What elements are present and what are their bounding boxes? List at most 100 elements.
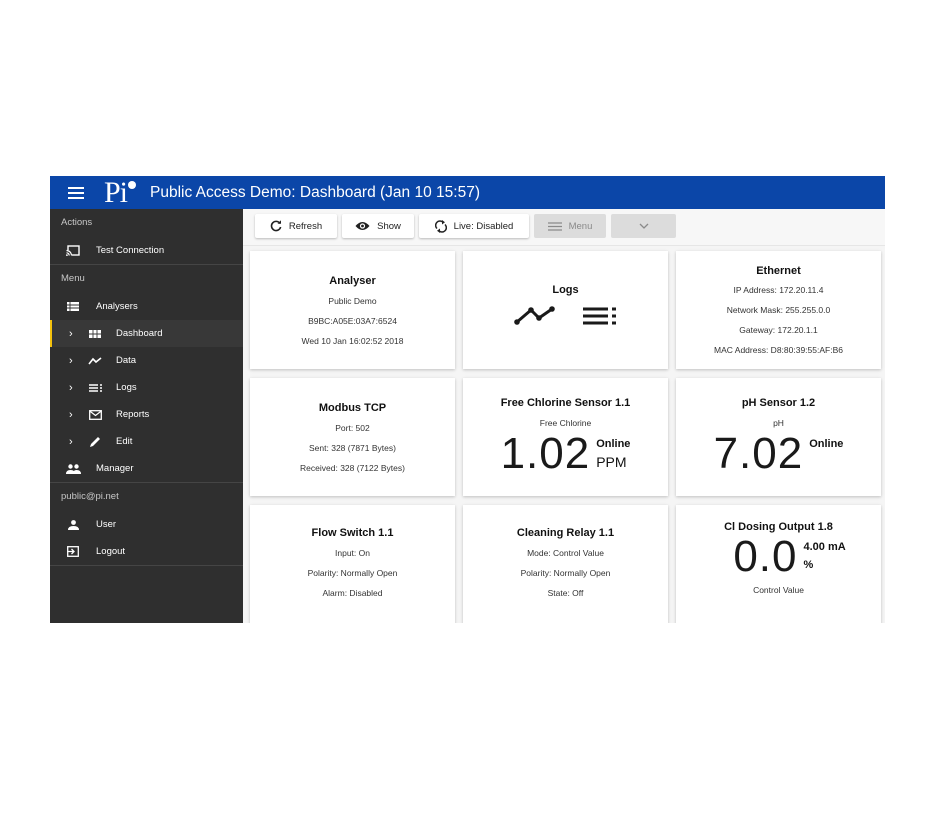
chevron-right-icon: › bbox=[69, 408, 73, 421]
list-icon bbox=[65, 300, 81, 314]
sidebar-item-label: Data bbox=[116, 355, 137, 366]
sensor-unit: PPM bbox=[596, 454, 627, 470]
chevron-right-icon: › bbox=[69, 327, 73, 340]
sensor-status: Online bbox=[809, 438, 844, 450]
people-icon bbox=[65, 462, 81, 476]
live-toggle-button[interactable]: Live: Disabled bbox=[419, 214, 529, 238]
sensor-value: 7.02 bbox=[713, 429, 804, 478]
chevron-right-icon: › bbox=[69, 381, 73, 394]
mail-icon bbox=[87, 408, 103, 422]
relay-mode: Mode: Control Value bbox=[527, 548, 604, 558]
network-mask: Network Mask: 255.255.0.0 bbox=[726, 305, 831, 315]
sidebar-item-edit[interactable]: › Edit bbox=[50, 428, 243, 455]
modbus-card[interactable]: Modbus TCP Port: 502 Sent: 328 (7871 Byt… bbox=[250, 378, 455, 496]
eye-icon bbox=[355, 221, 370, 231]
person-icon bbox=[65, 518, 81, 532]
log-list-icon[interactable] bbox=[583, 306, 617, 331]
output-unit: % bbox=[803, 559, 814, 571]
card-title: Modbus TCP bbox=[318, 402, 387, 414]
card-title: pH Sensor 1.2 bbox=[741, 397, 816, 409]
flow-polarity: Polarity: Normally Open bbox=[307, 568, 398, 578]
sensor-value: 1.02 bbox=[500, 429, 591, 478]
refresh-icon bbox=[270, 220, 282, 232]
relay-polarity: Polarity: Normally Open bbox=[520, 568, 611, 578]
refresh-button[interactable]: Refresh bbox=[255, 214, 337, 238]
analyser-datetime: Wed 10 Jan 16:02:52 2018 bbox=[301, 336, 404, 346]
sidebar-heading-actions: Actions bbox=[61, 217, 93, 228]
show-button[interactable]: Show bbox=[342, 214, 414, 238]
sidebar-heading-user: public@pi.net bbox=[61, 491, 119, 502]
pencil-icon bbox=[87, 435, 103, 449]
sidebar-divider bbox=[50, 565, 243, 566]
chevron-right-icon: › bbox=[69, 354, 73, 367]
card-title: Flow Switch 1.1 bbox=[311, 527, 394, 539]
dosing-output-card[interactable]: Cl Dosing Output 1.8 0.0 4.00 mA % Contr… bbox=[676, 505, 881, 623]
relay-state: State: Off bbox=[547, 588, 584, 598]
chart-line-icon bbox=[87, 354, 103, 368]
sidebar-item-label: Logs bbox=[116, 382, 137, 393]
card-title: Analyser bbox=[329, 275, 376, 287]
analyser-card[interactable]: Analyser Public Demo B9BC:A05E:03A7:6524… bbox=[250, 251, 455, 369]
cast-icon bbox=[65, 244, 81, 258]
sidebar-item-reports[interactable]: › Reports bbox=[50, 401, 243, 428]
ph-sensor-card[interactable]: pH Sensor 1.2 pH 7.02 Online bbox=[676, 378, 881, 496]
output-current: 4.00 mA bbox=[803, 541, 846, 553]
chevron-down-icon bbox=[639, 221, 649, 232]
page-title: Public Access Demo: Dashboard (Jan 10 15… bbox=[150, 183, 480, 201]
live-label: Live: Disabled bbox=[453, 220, 514, 232]
logout-icon bbox=[65, 545, 81, 559]
sidebar-item-label: Analysers bbox=[96, 301, 138, 312]
app-window: Pi Public Access Demo: Dashboard (Jan 10… bbox=[50, 176, 885, 623]
flow-switch-card[interactable]: Flow Switch 1.1 Input: On Polarity: Norm… bbox=[250, 505, 455, 623]
sidebar-item-user[interactable]: User bbox=[50, 511, 243, 538]
output-value: 0.0 bbox=[733, 532, 798, 581]
card-title: Logs bbox=[552, 284, 579, 296]
modbus-port: Port: 502 bbox=[335, 423, 370, 433]
top-app-bar: Pi Public Access Demo: Dashboard (Jan 10… bbox=[50, 176, 885, 209]
sidebar-item-manager[interactable]: Manager bbox=[50, 455, 243, 482]
logo-text: Pi bbox=[104, 176, 128, 209]
card-title: Cleaning Relay 1.1 bbox=[516, 527, 615, 539]
sidebar-item-label: Manager bbox=[96, 463, 134, 474]
gateway: Gateway: 172.20.1.1 bbox=[739, 325, 818, 335]
chlorine-sensor-card[interactable]: Free Chlorine Sensor 1.1 Free Chlorine 1… bbox=[463, 378, 668, 496]
sensor-parameter: Free Chlorine bbox=[539, 418, 592, 428]
dropdown-button[interactable] bbox=[611, 214, 676, 238]
sidebar-heading-menu: Menu bbox=[61, 273, 85, 284]
sidebar: Actions Test Connection Menu Analysers ›… bbox=[50, 209, 243, 623]
card-title: Ethernet bbox=[756, 265, 801, 277]
hamburger-menu-icon[interactable] bbox=[68, 186, 84, 199]
analyser-name: Public Demo bbox=[328, 296, 377, 306]
menu-label: Menu bbox=[568, 220, 593, 232]
chevron-right-icon: › bbox=[69, 435, 73, 448]
sidebar-item-label: Edit bbox=[116, 436, 133, 447]
refresh-label: Refresh bbox=[288, 220, 323, 232]
menu-lines-icon bbox=[547, 221, 562, 231]
sidebar-item-logout[interactable]: Logout bbox=[50, 538, 243, 565]
analyser-id: B9BC:A05E:03A7:6524 bbox=[308, 316, 397, 326]
sidebar-item-test-connection[interactable]: Test Connection bbox=[50, 237, 243, 264]
sidebar-item-dashboard[interactable]: › Dashboard bbox=[50, 320, 243, 347]
mac-address: MAC Address: D8:80:39:55:AF:B6 bbox=[714, 345, 843, 355]
log-list-icon bbox=[87, 381, 103, 395]
logs-card: Logs bbox=[463, 251, 668, 369]
sidebar-item-data[interactable]: › Data bbox=[50, 347, 243, 374]
sidebar-item-logs[interactable]: › Logs bbox=[50, 374, 243, 401]
sidebar-item-analysers[interactable]: Analysers bbox=[50, 293, 243, 320]
menu-button[interactable]: Menu bbox=[534, 214, 606, 238]
sensor-parameter: pH bbox=[773, 418, 784, 428]
chart-line-icon[interactable] bbox=[514, 306, 556, 331]
card-title: Free Chlorine Sensor 1.1 bbox=[500, 397, 631, 409]
modbus-sent: Sent: 328 (7871 Bytes) bbox=[309, 443, 396, 453]
toolbar: Refresh Show Live: Disabled Menu bbox=[243, 209, 885, 246]
sidebar-item-label: Test Connection bbox=[96, 245, 165, 256]
cleaning-relay-card[interactable]: Cleaning Relay 1.1 Mode: Control Value P… bbox=[463, 505, 668, 623]
grid-icon bbox=[87, 327, 103, 341]
sensor-status: Online bbox=[596, 438, 631, 450]
ethernet-card[interactable]: Ethernet IP Address: 172.20.11.4 Network… bbox=[676, 251, 881, 369]
sidebar-item-label: Logout bbox=[96, 546, 126, 557]
logo-badge-icon bbox=[128, 180, 136, 189]
sync-icon bbox=[434, 219, 447, 233]
pi-logo: Pi bbox=[104, 176, 140, 209]
ip-address: IP Address: 172.20.11.4 bbox=[733, 285, 824, 295]
